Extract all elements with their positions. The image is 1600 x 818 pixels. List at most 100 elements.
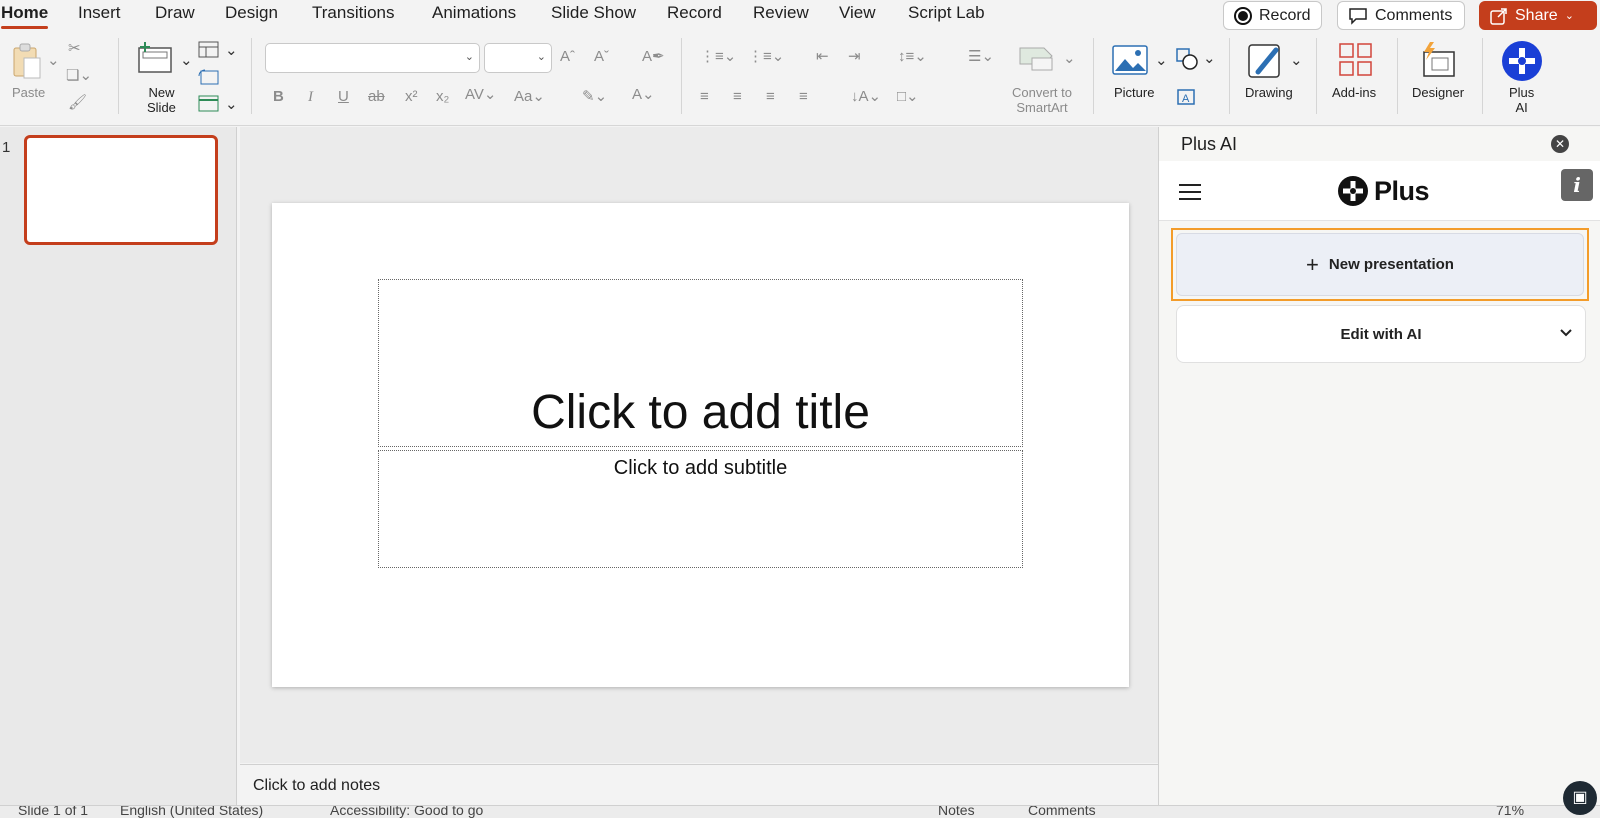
close-icon[interactable]: ✕	[1551, 135, 1569, 153]
tab-record[interactable]: Record	[667, 3, 722, 23]
new-slide-icon[interactable]	[136, 40, 176, 76]
tab-review[interactable]: Review	[753, 3, 809, 23]
tab-view[interactable]: View	[839, 3, 876, 23]
align-right-icon[interactable]: ≡	[766, 88, 775, 106]
copy-icon[interactable]: ❏⌄	[66, 67, 92, 85]
record-label: Record	[1259, 6, 1311, 24]
columns-icon[interactable]: ☰⌄	[968, 48, 994, 66]
screen-capture-icon[interactable]: ▣	[1563, 781, 1597, 815]
font-size-combo[interactable]: ⌄	[484, 43, 552, 73]
slide-thumbnail[interactable]	[24, 135, 218, 245]
tab-script-lab[interactable]: Script Lab	[908, 3, 985, 23]
tab-slide-show[interactable]: Slide Show	[551, 3, 636, 23]
convert-to-smartart-label: Convert to SmartArt	[1012, 85, 1072, 115]
line-spacing-icon[interactable]: ↕≡⌄	[898, 48, 927, 66]
title-placeholder-text: Click to add title	[531, 386, 870, 439]
subtitle-placeholder[interactable]: Click to add subtitle	[378, 450, 1023, 568]
layout-dropdown-icon[interactable]: ⌄	[225, 42, 238, 60]
picture-icon[interactable]	[1112, 45, 1148, 75]
shapes-dropdown-icon[interactable]: ⌄	[1203, 50, 1216, 68]
change-case-icon[interactable]: Aa⌄	[514, 88, 545, 106]
slide-editing-area: Click to add title Click to add subtitle	[240, 127, 1158, 763]
text-direction-icon[interactable]: ↓A⌄	[851, 88, 881, 106]
new-slide-dropdown-icon[interactable]: ⌄	[180, 52, 193, 70]
picture-dropdown-icon[interactable]: ⌄	[1155, 52, 1168, 70]
reset-slide-icon[interactable]	[198, 68, 220, 86]
add-ins-label: Add-ins	[1332, 85, 1377, 100]
new-presentation-button[interactable]: + New presentation	[1176, 233, 1584, 296]
tab-animations[interactable]: Animations	[432, 3, 516, 23]
info-icon[interactable]: i	[1561, 169, 1593, 201]
italic-icon[interactable]: I	[308, 88, 313, 106]
align-left-icon[interactable]: ≡	[700, 88, 709, 106]
ribbon-tabs: Home Insert Draw Design Transitions Anim…	[0, 0, 1600, 30]
plus-ai-icon[interactable]	[1501, 40, 1543, 82]
decrease-font-icon[interactable]: Aˇ	[594, 48, 609, 66]
zoom-level[interactable]: 71%	[1496, 806, 1524, 818]
plus-header: Plus i	[1159, 161, 1600, 221]
plus-logo-icon	[1338, 176, 1368, 206]
increase-indent-icon[interactable]: ⇥	[848, 48, 861, 66]
font-color-icon[interactable]: A⌄	[632, 86, 655, 104]
shapes-icon[interactable]	[1176, 48, 1198, 70]
increase-font-icon[interactable]: Aˆ	[560, 48, 575, 66]
clear-formatting-icon[interactable]: A✒	[642, 48, 665, 66]
plus-ai-label: Plus AI	[1509, 85, 1535, 115]
comments-toggle[interactable]: Comments	[1028, 806, 1096, 818]
section-dropdown-icon[interactable]: ⌄	[225, 96, 238, 114]
notes-toggle[interactable]: Notes	[938, 806, 975, 818]
subscript-icon[interactable]: x₂	[436, 88, 449, 106]
subtitle-placeholder-text: Click to add subtitle	[613, 457, 788, 479]
title-placeholder[interactable]: Click to add title	[378, 279, 1023, 447]
smartart-icon[interactable]	[1018, 44, 1058, 74]
font-name-combo[interactable]: ⌄	[265, 43, 480, 73]
justify-icon[interactable]: ≡	[799, 88, 808, 106]
slide-canvas[interactable]: Click to add title Click to add subtitle	[272, 203, 1129, 687]
bullets-icon[interactable]: ⋮≡⌄	[700, 48, 736, 66]
numbering-icon[interactable]: ⋮≡⌄	[748, 48, 784, 66]
tab-draw[interactable]: Draw	[155, 3, 195, 23]
share-icon	[1490, 7, 1507, 25]
align-text-icon[interactable]: □⌄	[897, 88, 919, 106]
comments-button[interactable]: Comments	[1337, 1, 1465, 30]
cut-icon[interactable]: ✂	[68, 40, 81, 58]
text-box-icon[interactable]: A	[1176, 88, 1196, 106]
character-spacing-icon[interactable]: AV⌄	[465, 86, 496, 104]
superscript-icon[interactable]: x²	[405, 88, 418, 106]
plus-ai-pane: Plus AI ✕ Plus i + New presentation Edit…	[1158, 127, 1600, 805]
strikethrough-icon[interactable]: ab	[368, 88, 385, 106]
pane-title: Plus AI	[1181, 134, 1238, 154]
edit-with-ai-dropdown[interactable]: Edit with AI	[1176, 305, 1586, 363]
tab-home[interactable]: Home	[1, 3, 49, 29]
designer-label: Designer	[1412, 85, 1465, 100]
tab-design[interactable]: Design	[225, 3, 278, 23]
paste-dropdown-icon[interactable]: ⌄	[47, 52, 60, 70]
slide-thumbnail-pane: 1	[0, 127, 237, 805]
tab-insert[interactable]: Insert	[78, 3, 121, 23]
picture-label: Picture	[1114, 85, 1155, 100]
designer-icon[interactable]	[1418, 40, 1458, 80]
add-ins-icon[interactable]	[1338, 42, 1374, 78]
plus-icon: +	[1306, 251, 1319, 277]
align-center-icon[interactable]: ≡	[733, 88, 742, 106]
drawing-dropdown-icon[interactable]: ⌄	[1290, 52, 1303, 70]
layout-icon[interactable]	[198, 41, 220, 59]
share-button[interactable]: Share ⌄	[1479, 1, 1597, 30]
decrease-indent-icon[interactable]: ⇤	[816, 48, 829, 66]
record-button[interactable]: Record	[1223, 1, 1322, 30]
paste-icon[interactable]	[8, 42, 44, 82]
menu-icon[interactable]	[1179, 184, 1201, 200]
section-icon[interactable]	[198, 95, 220, 113]
drawing-icon[interactable]	[1246, 42, 1286, 80]
highlight-icon[interactable]: ✎⌄	[582, 88, 607, 106]
smartart-dropdown-icon[interactable]: ⌄	[1063, 50, 1076, 68]
language-status[interactable]: English (United States)	[120, 806, 263, 818]
notes-pane[interactable]: Click to add notes	[240, 764, 1158, 805]
record-icon	[1234, 6, 1252, 25]
new-slide-label: New Slide	[147, 85, 176, 115]
underline-icon[interactable]: U	[338, 88, 349, 106]
bold-icon[interactable]: B	[273, 88, 284, 106]
tab-transitions[interactable]: Transitions	[312, 3, 395, 23]
accessibility-status[interactable]: Accessibility: Good to go	[330, 806, 483, 818]
format-painter-icon[interactable]: 🖌	[68, 94, 87, 112]
